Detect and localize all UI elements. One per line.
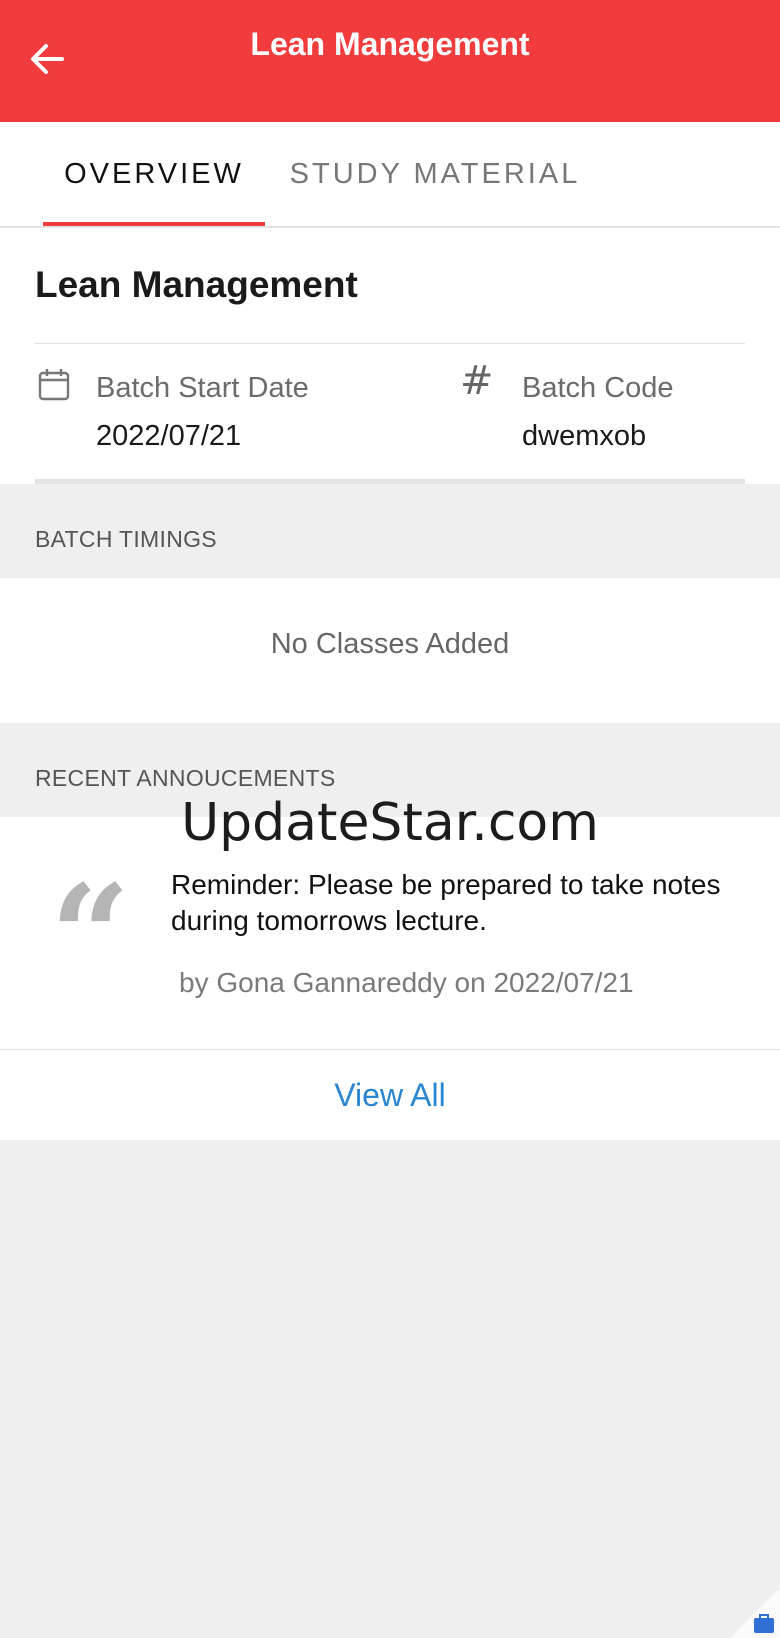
active-tab-indicator [43, 222, 265, 226]
view-all-row: View All [0, 1049, 780, 1140]
quote-icon: “ [50, 855, 131, 1019]
batch-start-date-label: Batch Start Date [96, 372, 309, 404]
batch-timings-panel: No Classes Added [0, 578, 780, 723]
app-bar-title: Lean Management [250, 26, 530, 62]
batch-timings-header: BATCH TIMINGS [35, 526, 217, 552]
batch-start-date-value: 2022/07/21 [96, 420, 242, 452]
calendar-icon [38, 369, 70, 401]
batch-code-label: Batch Code [522, 372, 674, 404]
card-bottom-divider [35, 479, 745, 484]
watermark: UpdateStar.com [181, 793, 599, 853]
tab-overview[interactable]: OVERVIEW [43, 122, 265, 226]
hash-icon: # [460, 358, 494, 404]
app-bar: Lean Management [0, 0, 780, 122]
tab-bar: OVERVIEW STUDY MATERIAL [0, 122, 780, 226]
overview-card: Lean Management Batch Start Date 2022/07… [0, 228, 780, 484]
divider [35, 343, 745, 344]
batch-code-value: dwemxob [522, 420, 647, 452]
briefcase-icon[interactable] [753, 1612, 775, 1634]
course-title: Lean Management [35, 264, 358, 305]
announcement-meta: by Gona Gannareddy on 2022/07/21 [179, 967, 634, 998]
recent-announcements-header: RECENT ANNOUCEMENTS [35, 765, 336, 791]
tab-study-material[interactable]: STUDY MATERIAL [280, 122, 590, 226]
view-all-link[interactable]: View All [0, 1077, 780, 1114]
no-classes-text: No Classes Added [270, 628, 510, 660]
announcement-text: Reminder: Please be prepared to take not… [171, 869, 721, 936]
